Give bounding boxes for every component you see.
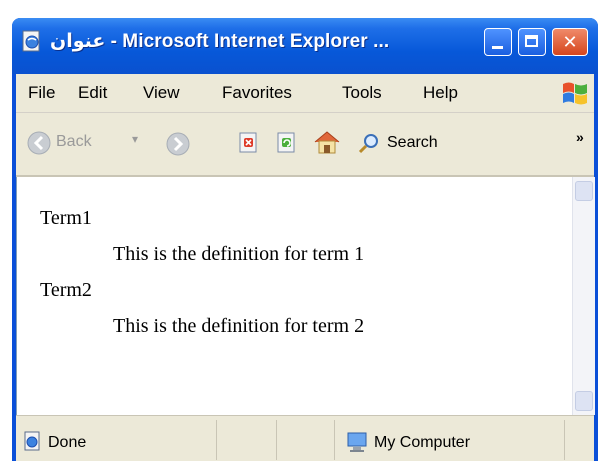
back-label: Back bbox=[56, 133, 92, 150]
menu-tools[interactable]: Tools bbox=[342, 83, 382, 103]
status-bar: Done My Computer bbox=[16, 415, 594, 461]
refresh-icon[interactable] bbox=[276, 131, 298, 155]
status-divider bbox=[334, 420, 335, 460]
vertical-scrollbar[interactable] bbox=[572, 177, 595, 415]
close-button[interactable]: ✕ bbox=[552, 28, 588, 56]
security-zone-label: My Computer bbox=[374, 434, 471, 451]
toolbar: Back ▾ Search » bbox=[16, 113, 594, 177]
browser-window: عنوان - Microsoft Internet Explorer ... … bbox=[12, 18, 598, 461]
minimize-icon bbox=[492, 46, 503, 49]
menu-view[interactable]: View bbox=[143, 83, 180, 103]
term-2: Term2 bbox=[40, 279, 92, 301]
stop-icon[interactable] bbox=[238, 131, 260, 155]
status-text: Done bbox=[48, 434, 87, 451]
menu-file[interactable]: File bbox=[28, 83, 55, 103]
definition-list: Term1 This is the definition for term 1 … bbox=[40, 200, 364, 344]
html-document-icon bbox=[22, 30, 40, 52]
minimize-button[interactable] bbox=[484, 28, 512, 56]
title-bar[interactable]: عنوان - Microsoft Internet Explorer ... … bbox=[12, 18, 598, 74]
status-divider bbox=[564, 420, 565, 460]
close-icon: ✕ bbox=[562, 32, 578, 52]
page-content: Term1 This is the definition for term 1 … bbox=[16, 177, 573, 415]
page-status-icon bbox=[24, 431, 40, 451]
toolbar-overflow-chevron[interactable]: » bbox=[576, 129, 584, 145]
menu-help[interactable]: Help bbox=[423, 83, 458, 103]
my-computer-icon bbox=[347, 432, 367, 452]
maximize-button[interactable] bbox=[518, 28, 546, 56]
search-label: Search bbox=[387, 134, 438, 151]
search-button[interactable]: Search bbox=[356, 126, 466, 162]
back-arrow-icon bbox=[27, 131, 51, 155]
back-button[interactable]: Back bbox=[26, 126, 104, 162]
scroll-down-button[interactable] bbox=[575, 391, 593, 411]
menu-bar: File Edit View Favorites Tools Help bbox=[16, 74, 594, 113]
search-icon bbox=[358, 134, 378, 154]
forward-arrow-icon[interactable] bbox=[164, 130, 192, 158]
maximize-icon bbox=[525, 35, 538, 47]
window-title: عنوان - Microsoft Internet Explorer ... bbox=[50, 31, 390, 52]
term-1: Term1 bbox=[40, 207, 92, 229]
menu-edit[interactable]: Edit bbox=[78, 83, 107, 103]
menu-favorites[interactable]: Favorites bbox=[222, 83, 292, 103]
scroll-up-button[interactable] bbox=[575, 181, 593, 201]
definition-1: This is the definition for term 1 bbox=[113, 243, 365, 265]
status-divider bbox=[216, 420, 217, 460]
home-icon[interactable] bbox=[312, 128, 342, 156]
back-dropdown-icon[interactable]: ▾ bbox=[132, 132, 138, 146]
windows-logo-icon bbox=[563, 82, 587, 105]
definition-2: This is the definition for term 2 bbox=[113, 315, 365, 337]
status-divider bbox=[276, 420, 277, 460]
